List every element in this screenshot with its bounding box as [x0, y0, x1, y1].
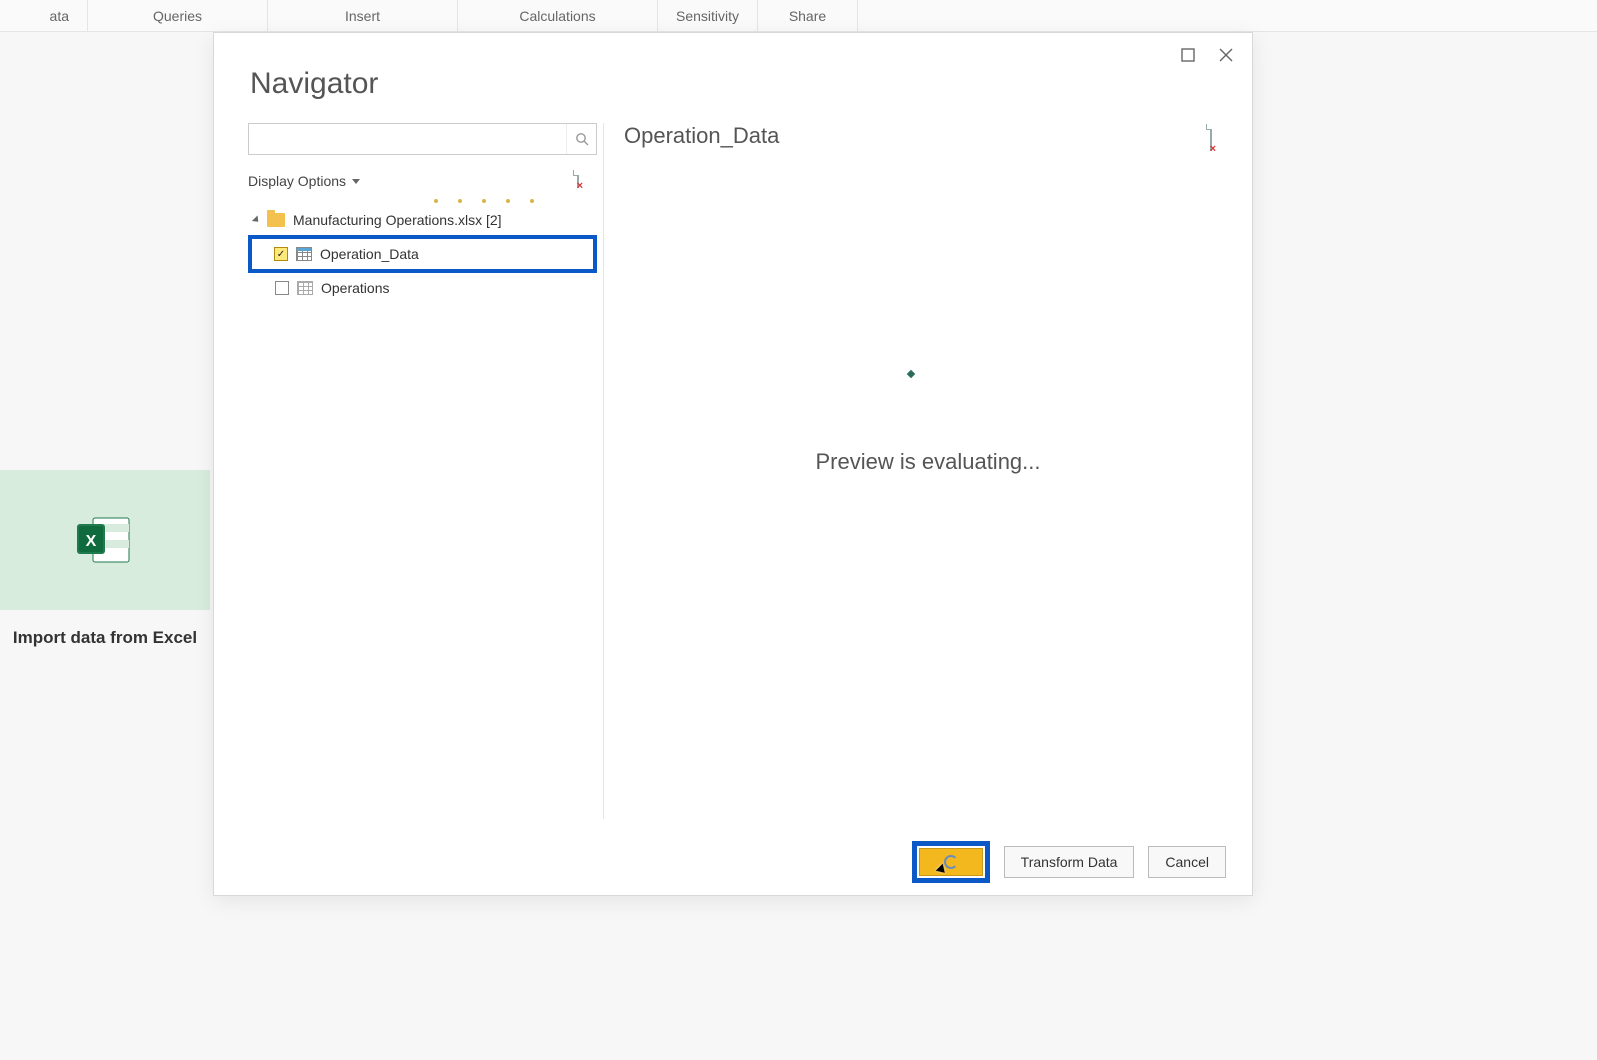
spinner-dot-icon: [907, 370, 915, 378]
preview-title: Operation_Data: [624, 123, 779, 149]
tree-item-label: Operations: [321, 280, 389, 296]
navigator-tree: Manufacturing Operations.xlsx [2] ✓ Oper…: [248, 205, 597, 303]
tree-root-node[interactable]: Manufacturing Operations.xlsx [2]: [248, 205, 597, 235]
navigator-dialog: Navigator Display Options: [213, 32, 1253, 896]
caret-down-icon: [252, 215, 261, 224]
window-maximize-button[interactable]: [1180, 47, 1196, 63]
excel-icon: X: [77, 514, 133, 566]
dialog-footer: Transform Data Cancel: [214, 829, 1252, 895]
tree-item-operations[interactable]: Operations: [248, 273, 597, 303]
ribbon-tab-insert[interactable]: Insert: [268, 0, 458, 32]
checkbox-unchecked-icon[interactable]: [275, 281, 289, 295]
document-cancel-icon: [577, 170, 579, 188]
ribbon-tab-queries[interactable]: Queries: [88, 0, 268, 32]
tree-item-label: Operation_Data: [320, 246, 419, 262]
svg-text:X: X: [86, 533, 97, 550]
preview-status-text: Preview is evaluating...: [624, 449, 1232, 475]
load-button-highlight: [912, 841, 990, 883]
import-from-excel-card[interactable]: X Import data from Excel: [0, 470, 210, 660]
ribbon: ata Queries Insert Calculations Sensitiv…: [0, 0, 1597, 32]
ribbon-tab-blank: [858, 0, 1597, 32]
document-cancel-icon: [1210, 124, 1212, 151]
load-button[interactable]: [919, 848, 983, 876]
tree-root-label: Manufacturing Operations.xlsx [2]: [293, 212, 502, 228]
preview-clear-button[interactable]: [1210, 125, 1232, 147]
window-close-button[interactable]: [1218, 47, 1234, 63]
excel-tile: X: [0, 470, 210, 610]
import-from-excel-label: Import data from Excel: [0, 610, 210, 648]
navigator-preview-pane: Operation_Data Preview is evaluating...: [624, 123, 1232, 819]
search-box: [248, 123, 597, 155]
table-icon: [296, 247, 312, 261]
ribbon-tab-calculations[interactable]: Calculations: [458, 0, 658, 32]
display-options-label: Display Options: [248, 173, 346, 189]
search-icon[interactable]: [566, 124, 596, 154]
transform-data-button[interactable]: Transform Data: [1004, 846, 1135, 878]
display-options-dropdown[interactable]: Display Options: [248, 173, 360, 189]
ribbon-tab-data[interactable]: ata: [0, 0, 88, 32]
refresh-data-button[interactable]: [577, 171, 597, 191]
checkbox-checked-icon[interactable]: ✓: [274, 247, 288, 261]
worksheet-icon: [297, 281, 313, 295]
ribbon-tab-sensitivity[interactable]: Sensitivity: [658, 0, 758, 32]
tree-item-operation-data[interactable]: ✓ Operation_Data: [248, 235, 597, 273]
loading-dots: [434, 199, 597, 203]
folder-icon: [267, 213, 285, 227]
chevron-down-icon: [352, 179, 360, 184]
preview-area: Preview is evaluating...: [624, 163, 1232, 819]
navigator-left-pane: Display Options Manufacturing Operations…: [248, 123, 604, 819]
cancel-button[interactable]: Cancel: [1148, 846, 1226, 878]
dialog-title: Navigator: [250, 67, 378, 101]
ribbon-tab-share[interactable]: Share: [758, 0, 858, 32]
search-input[interactable]: [249, 124, 566, 154]
